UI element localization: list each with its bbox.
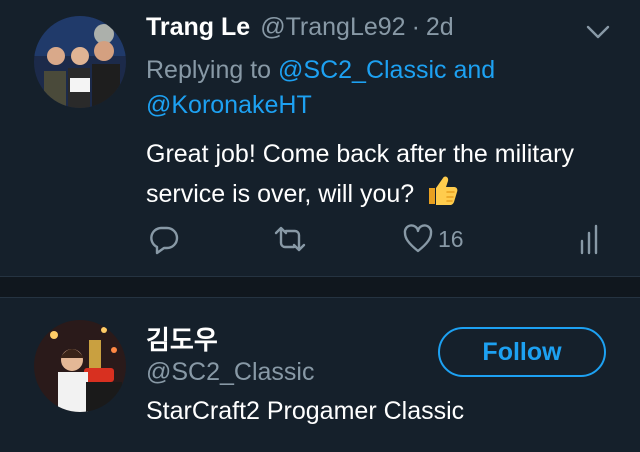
user-card[interactable]: 김도우 @SC2_Classic StarCraft2 Progamer Cla… xyxy=(0,298,640,452)
retweet-button[interactable] xyxy=(272,218,308,260)
user-avatar[interactable] xyxy=(34,320,126,412)
like-count: 16 xyxy=(438,225,464,252)
user-display-name[interactable]: 김도우 xyxy=(146,320,218,357)
stats-icon xyxy=(578,223,606,255)
tweet-text: Great job! Come back after the military … xyxy=(146,137,616,212)
user-handle[interactable]: @SC2_Classic xyxy=(146,358,314,387)
tweet-author-avatar[interactable] xyxy=(34,16,126,108)
reply-icon xyxy=(148,223,180,255)
section-divider xyxy=(0,276,640,298)
mention-link-sc2-classic[interactable]: @SC2_Classic and xyxy=(278,56,495,84)
tweet-actions: 16 xyxy=(0,218,640,260)
reply-button[interactable] xyxy=(148,218,180,260)
tweet-age[interactable]: 2d xyxy=(426,13,454,42)
tweet[interactable]: Trang Le @TrangLe92 · 2d Replying to @SC… xyxy=(0,0,640,276)
user-bio: StarCraft2 Progamer Classic xyxy=(146,397,465,425)
separator-dot: · xyxy=(411,13,420,41)
stats-button[interactable] xyxy=(578,218,606,260)
replying-to-label: Replying to xyxy=(146,56,272,84)
like-button[interactable]: 16 xyxy=(402,218,464,260)
author-handle[interactable]: @TrangLe92 xyxy=(260,13,405,42)
heart-icon xyxy=(402,223,434,255)
tweet-header: Trang Le @TrangLe92 · 2d xyxy=(146,13,454,47)
mention-link-koronakeht[interactable]: @KoronakeHT xyxy=(146,91,312,119)
replying-to: Replying to @SC2_Classic and @KoronakeHT xyxy=(146,53,586,123)
thumbs-up-emoji xyxy=(423,172,459,208)
tweet-body: Great job! Come back after the military … xyxy=(146,140,574,208)
follow-button[interactable]: Follow xyxy=(438,327,606,377)
page: Trang Le @TrangLe92 · 2d Replying to @SC… xyxy=(0,0,640,452)
chevron-down-icon[interactable] xyxy=(585,22,611,42)
author-display-name[interactable]: Trang Le xyxy=(146,13,250,42)
retweet-icon xyxy=(272,223,308,255)
